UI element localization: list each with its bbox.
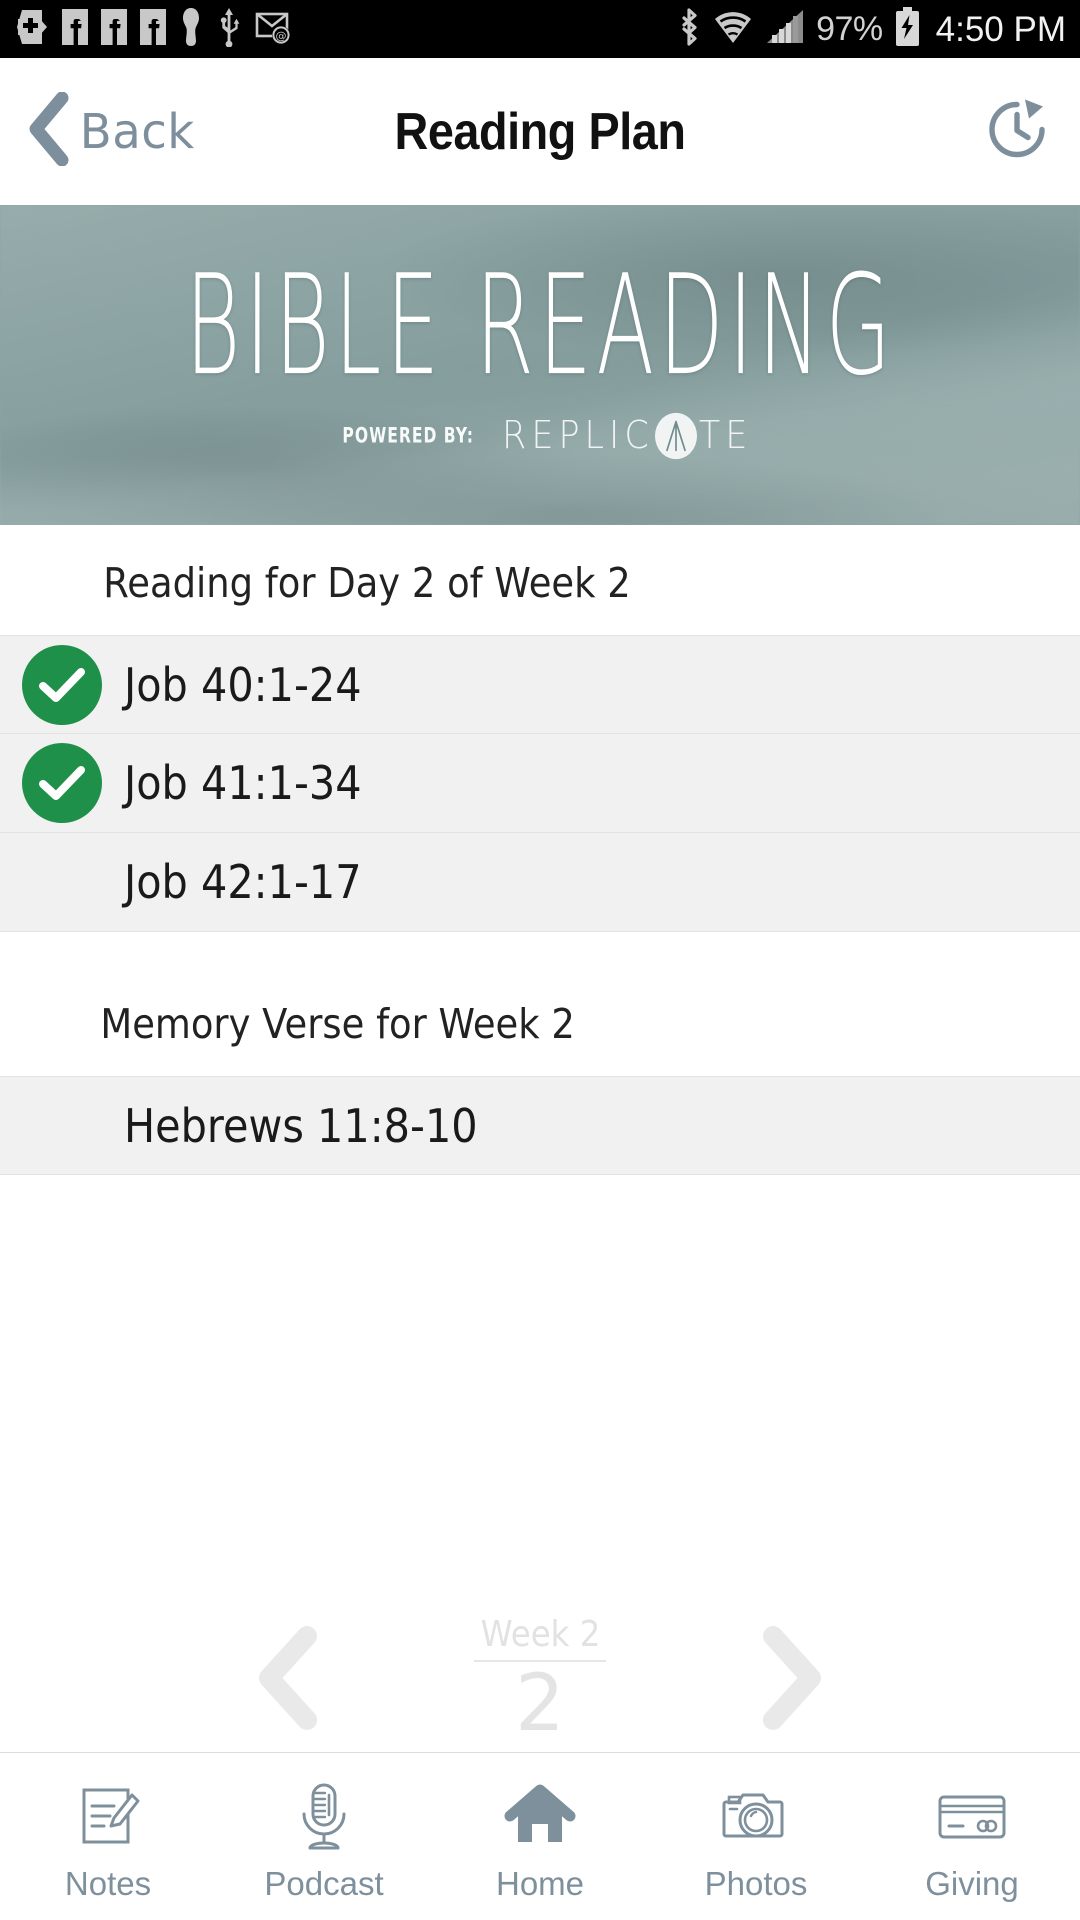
- page-title: Reading Plan: [394, 102, 686, 161]
- cell-signal-icon: [765, 8, 805, 51]
- check-circle-empty-icon: [22, 1086, 102, 1166]
- memory-verse-checkbox[interactable]: [0, 1086, 124, 1166]
- facebook-icon: [62, 8, 88, 51]
- status-bar-system: 97% 4:50 PM: [677, 6, 1066, 52]
- tab-photos[interactable]: Photos: [648, 1753, 864, 1920]
- reading-item-checkbox[interactable]: [0, 842, 124, 922]
- reading-section-header: Reading for Day 2 of Week 2: [0, 525, 1080, 635]
- reading-list: Job 40:1-24 Job 41:1-34 Job 42:1-17: [0, 635, 1080, 932]
- replicate-wordmark-pre: REPLIC: [502, 414, 654, 458]
- plan-content: Reading for Day 2 of Week 2 Job 40:1-24: [0, 525, 1080, 1175]
- reading-item-checkbox[interactable]: [0, 644, 124, 725]
- tab-home[interactable]: Home: [432, 1753, 648, 1920]
- reading-item-checkbox[interactable]: [0, 743, 124, 823]
- keyhole-icon: [179, 7, 203, 52]
- week-number: 2: [515, 1659, 565, 1750]
- memory-verse-label: Hebrews 11:8-10: [124, 1098, 478, 1153]
- tab-notes-label: Notes: [64, 1864, 152, 1902]
- battery-percent-label: 97%: [816, 10, 883, 48]
- banner-title: BIBLE READING: [184, 246, 896, 407]
- tab-giving-label: Giving: [925, 1864, 1019, 1902]
- facebook-icon: [140, 8, 166, 51]
- tab-giving[interactable]: Giving: [864, 1753, 1080, 1920]
- reading-list-item[interactable]: Job 42:1-17: [0, 833, 1080, 932]
- check-circle-empty-icon: [22, 842, 102, 922]
- back-button-label: Back: [79, 103, 195, 160]
- next-week-button[interactable]: [751, 1625, 835, 1735]
- reading-item-label: Job 41:1-34: [124, 756, 362, 810]
- clock-label: 4:50 PM: [935, 9, 1066, 49]
- battery-charging-icon: [894, 6, 921, 52]
- wifi-icon: [712, 8, 754, 51]
- status-bar-notifications: @: [16, 7, 291, 52]
- bluetooth-icon: [677, 7, 701, 52]
- section-spacer: [0, 932, 1080, 966]
- tab-notes[interactable]: Notes: [0, 1753, 216, 1920]
- bottom-tab-bar: Notes Podcast Home Photos Giving: [0, 1752, 1080, 1920]
- replicate-wordmark-post: TE: [698, 414, 753, 458]
- tab-podcast[interactable]: Podcast: [216, 1753, 432, 1920]
- bible-reading-banner: BIBLE READING POWERED BY: REPLIC TE: [0, 205, 1080, 525]
- facebook-icon: [101, 8, 127, 51]
- week-label: Week 2: [473, 1614, 607, 1663]
- reading-list-item[interactable]: Job 40:1-24: [0, 635, 1080, 734]
- podcast-icon: [286, 1777, 362, 1855]
- tab-photos-label: Photos: [704, 1864, 808, 1902]
- check-circle-icon: [22, 743, 102, 823]
- week-navigator: Week 2 2: [0, 1600, 1080, 1760]
- tab-podcast-label: Podcast: [264, 1864, 384, 1902]
- usb-icon: [216, 7, 242, 52]
- replicate-logo-mark-icon: [654, 412, 697, 460]
- memory-verse-list-item[interactable]: Hebrews 11:8-10: [0, 1076, 1080, 1175]
- tab-home-label: Home: [495, 1864, 585, 1902]
- email-icon: @: [255, 10, 291, 49]
- history-reset-icon[interactable]: [984, 96, 1050, 167]
- reading-item-label: Job 40:1-24: [124, 657, 362, 712]
- svg-text:@: @: [276, 29, 287, 42]
- status-bar: @ 97% 4:50 PM: [0, 0, 1080, 58]
- photos-icon: [718, 1777, 794, 1855]
- memory-verse-section-header: Memory Verse for Week 2: [0, 966, 1080, 1076]
- nav-bar: Back Reading Plan: [0, 58, 1080, 205]
- powered-by-label: POWERED BY:: [342, 423, 474, 449]
- reading-list-item[interactable]: Job 41:1-34: [0, 734, 1080, 833]
- back-button[interactable]: Back: [0, 91, 197, 171]
- banner-content: BIBLE READING POWERED BY: REPLIC TE: [0, 205, 1080, 525]
- notes-icon: [70, 1777, 146, 1855]
- home-icon: [502, 1777, 578, 1855]
- shield-plus-icon: [16, 8, 49, 51]
- check-circle-icon: [22, 644, 102, 725]
- giving-icon: [934, 1777, 1010, 1855]
- previous-week-button[interactable]: [245, 1625, 329, 1735]
- week-indicator: Week 2 2: [445, 1614, 635, 1746]
- app-root: @ 97% 4:50 PM Back Reading Plan BIBLE RE…: [0, 0, 1080, 1920]
- replicate-wordmark: REPLIC TE: [502, 412, 753, 460]
- memory-verse-list: Hebrews 11:8-10: [0, 1076, 1080, 1175]
- reading-item-label: Job 42:1-17: [124, 855, 362, 909]
- chevron-left-icon: [26, 91, 72, 171]
- banner-attribution: POWERED BY: REPLIC TE: [328, 412, 753, 460]
